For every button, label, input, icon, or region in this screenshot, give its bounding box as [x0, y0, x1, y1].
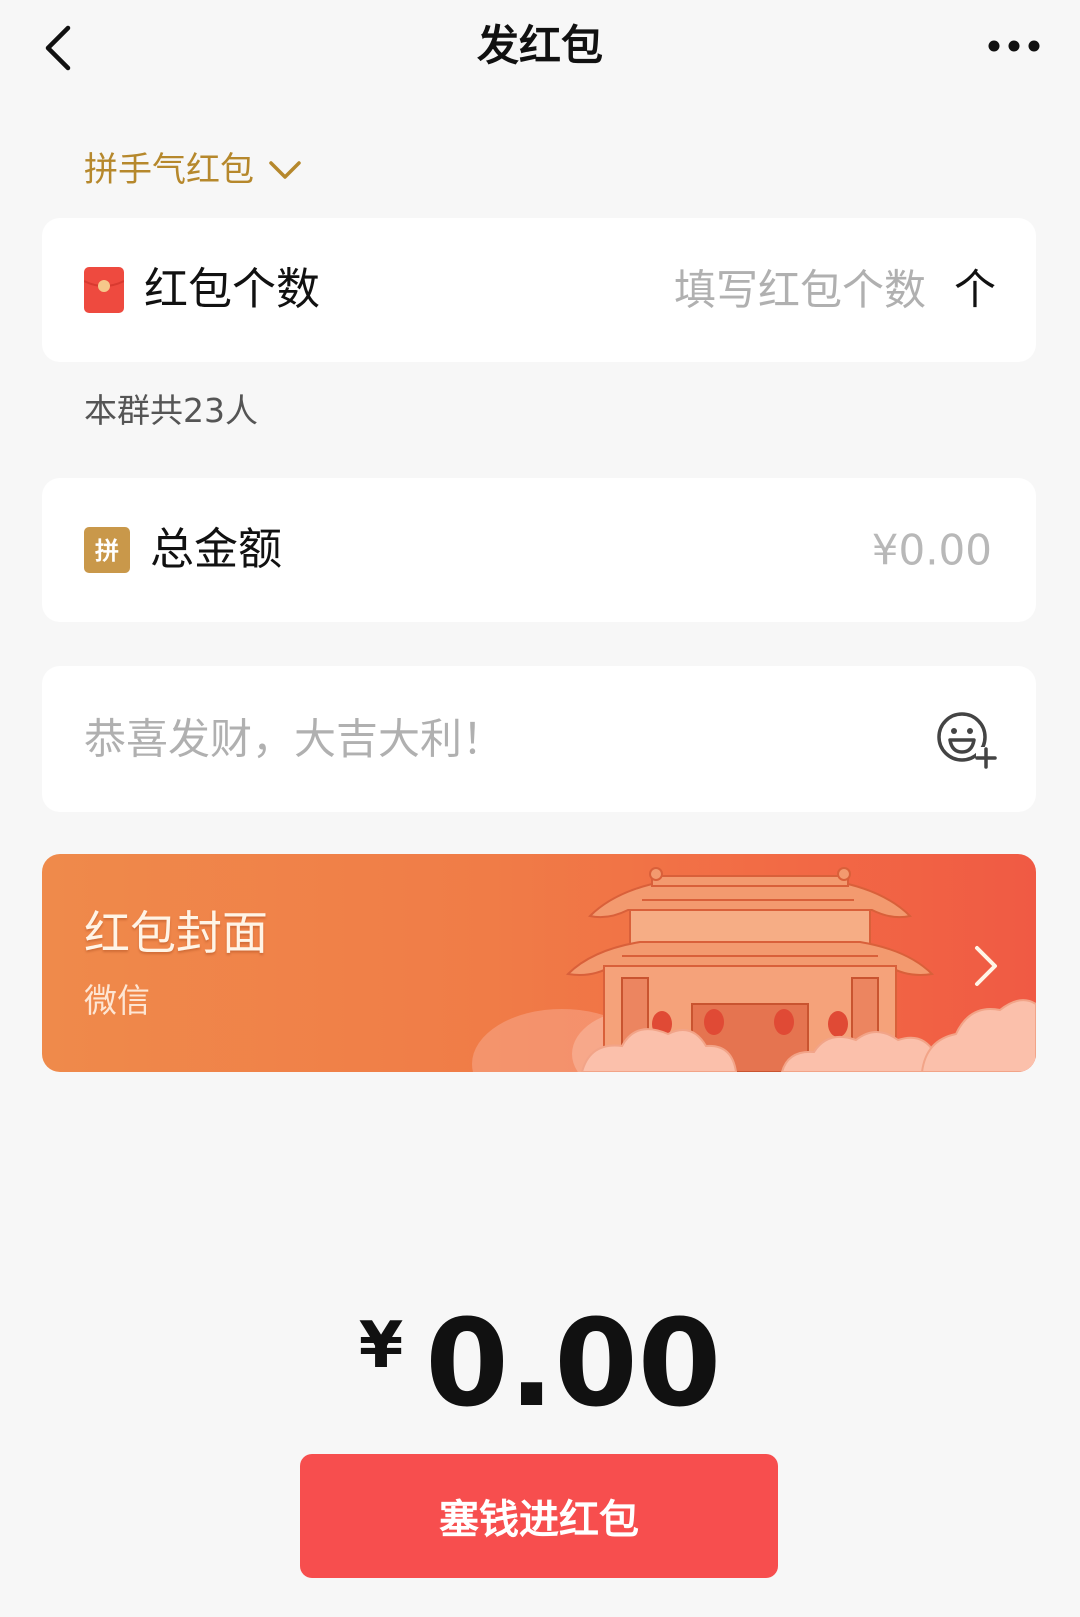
total-amount-label: 总金额: [150, 524, 282, 575]
greeting-input[interactable]: [84, 714, 844, 764]
packet-count-label: 红包个数: [144, 264, 320, 315]
chevron-down-icon: [269, 161, 301, 179]
more-button[interactable]: [982, 26, 1046, 66]
packet-type-selector[interactable]: 拼手气红包: [84, 146, 302, 194]
submit-button[interactable]: 塞钱进红包: [300, 1454, 778, 1578]
greeting-card: [42, 666, 1036, 812]
total-amount-card: 拼 总金额: [42, 478, 1036, 622]
total-amount-input[interactable]: [572, 525, 992, 575]
page-title: 发红包: [476, 21, 603, 70]
emoji-add-icon[interactable]: [934, 707, 998, 771]
cover-title: 红包封面: [84, 906, 268, 960]
packet-count-card: 红包个数 个: [42, 218, 1036, 362]
cover-card[interactable]: 红包封面 微信: [42, 854, 1036, 1072]
more-horizontal-icon: [988, 40, 1040, 52]
packet-count-unit: 个: [953, 265, 996, 314]
total-currency-symbol: ¥: [358, 1309, 404, 1383]
red-packet-icon: [84, 267, 124, 313]
group-member-note: 本群共23人: [84, 391, 258, 430]
total-amount-value: 0.00: [425, 1295, 722, 1434]
pin-badge-icon: 拼: [84, 527, 130, 573]
chevron-right-icon: [975, 946, 997, 986]
nav-bar: 发红包: [0, 0, 1080, 96]
pin-badge-text: 拼: [95, 537, 119, 565]
packet-type-label: 拼手气红包: [84, 150, 254, 190]
packet-count-input[interactable]: [586, 265, 926, 315]
cover-subtitle: 微信: [84, 981, 150, 1020]
total-amount-display: ¥0.00: [0, 1286, 1080, 1460]
